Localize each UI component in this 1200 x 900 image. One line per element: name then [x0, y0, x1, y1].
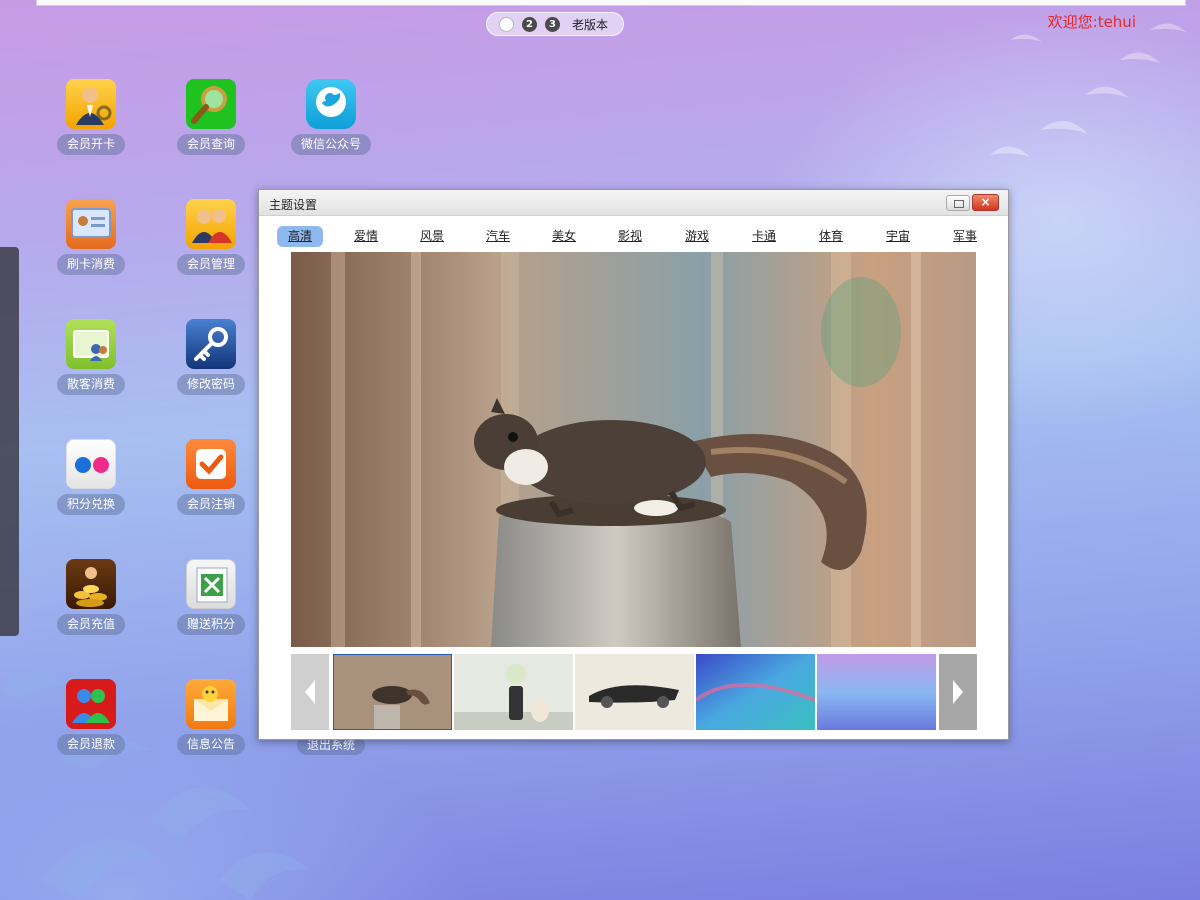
app-label: 信息公告	[176, 734, 246, 755]
page-dot-1[interactable]	[499, 16, 514, 32]
app-label: 会员管理	[176, 254, 246, 275]
app-label: 会员注销	[176, 494, 246, 515]
member-search-icon	[186, 79, 236, 129]
theme-category-tabs: 高清 爱情 风景 汽车 美女 影视 游戏 卡通 体育 宇宙 军事	[277, 226, 997, 248]
tab-cars[interactable]: 汽车	[475, 226, 521, 247]
app-points-exchange[interactable]: 积分兑换	[46, 439, 136, 519]
thumbnail-squirrel[interactable]	[333, 654, 452, 730]
page-switcher: 2 3 老版本	[486, 12, 624, 36]
app-member-recharge[interactable]: 会员充值	[46, 559, 136, 639]
tab-games[interactable]: 游戏	[674, 226, 720, 247]
app-label: 散客消费	[56, 374, 126, 395]
page-dot-3[interactable]: 3	[545, 16, 560, 32]
app-member-open-card[interactable]: 会员开卡	[46, 79, 136, 159]
app-wechat-account[interactable]: 微信公众号	[286, 79, 376, 159]
chevron-left-icon	[305, 680, 315, 704]
app-label: 会员退款	[56, 734, 126, 755]
app-label: 赠送积分	[176, 614, 246, 635]
tab-beauty[interactable]: 美女	[541, 226, 587, 247]
app-member-search[interactable]: 会员查询	[166, 79, 256, 159]
coins-icon	[66, 559, 116, 609]
app-label: 刷卡消费	[56, 254, 126, 275]
wechat-account-icon	[306, 79, 356, 129]
chevron-right-icon	[953, 680, 963, 704]
member-refund-icon	[66, 679, 116, 729]
tab-love[interactable]: 爱情	[343, 226, 389, 247]
app-member-manage[interactable]: 会员管理	[166, 199, 256, 279]
app-announcement[interactable]: 信息公告	[166, 679, 256, 759]
close-button[interactable]: ×	[972, 194, 999, 211]
next-arrow-button[interactable]	[939, 654, 977, 730]
app-label: 会员充值	[56, 614, 126, 635]
tab-scenery[interactable]: 风景	[409, 226, 455, 247]
app-member-refund[interactable]: 会员退款	[46, 679, 136, 759]
side-dock[interactable]	[0, 247, 19, 636]
points-exchange-icon	[66, 439, 116, 489]
guest-consume-icon	[66, 319, 116, 369]
app-label: 会员开卡	[56, 134, 126, 155]
member-open-card-icon	[66, 79, 116, 129]
card-consume-icon	[66, 199, 116, 249]
thumbnail-cat-vase[interactable]	[454, 654, 573, 730]
app-label: 会员查询	[176, 134, 246, 155]
theme-settings-dialog: 主题设置 × 高清 爱情 风景 汽车 美女 影视 游戏 卡通 体育 宇宙 军事	[258, 189, 1009, 740]
app-gift-points[interactable]: 赠送积分	[166, 559, 256, 639]
tab-military[interactable]: 军事	[942, 226, 988, 247]
tab-cartoon[interactable]: 卡通	[741, 226, 787, 247]
welcome-text: 欢迎您:tehui	[1047, 13, 1136, 31]
tab-sports[interactable]: 体育	[808, 226, 854, 247]
theme-preview-image	[291, 252, 976, 647]
app-label: 修改密码	[176, 374, 246, 395]
key-icon	[186, 319, 236, 369]
app-card-consume[interactable]: 刷卡消费	[46, 199, 136, 279]
app-guest-consume[interactable]: 散客消费	[46, 319, 136, 399]
tab-film[interactable]: 影视	[607, 226, 653, 247]
dialog-title: 主题设置	[269, 198, 318, 212]
prev-arrow-button[interactable]	[291, 654, 329, 730]
app-change-password[interactable]: 修改密码	[166, 319, 256, 399]
announcement-icon	[186, 679, 236, 729]
app-label: 积分兑换	[56, 494, 126, 515]
gift-points-icon	[186, 559, 236, 609]
thumbnail-purple-abstract[interactable]	[817, 654, 936, 730]
old-version-link[interactable]: 老版本	[572, 16, 608, 33]
member-cancel-icon	[186, 439, 236, 489]
thumbnail-car-sketch[interactable]	[575, 654, 694, 730]
tab-hd[interactable]: 高清	[277, 226, 323, 247]
tab-universe[interactable]: 宇宙	[875, 226, 921, 247]
browser-bar-edge	[36, 0, 1186, 6]
member-manage-icon	[186, 199, 236, 249]
app-member-cancel[interactable]: 会员注销	[166, 439, 256, 519]
theme-thumbnail-strip	[291, 654, 977, 730]
app-label: 微信公众号	[290, 134, 372, 155]
page-dot-2[interactable]: 2	[522, 16, 537, 32]
thumbnail-blue-abstract[interactable]	[696, 654, 815, 730]
maximize-button[interactable]	[946, 195, 970, 211]
dialog-title-bar[interactable]: 主题设置 ×	[259, 190, 1008, 216]
